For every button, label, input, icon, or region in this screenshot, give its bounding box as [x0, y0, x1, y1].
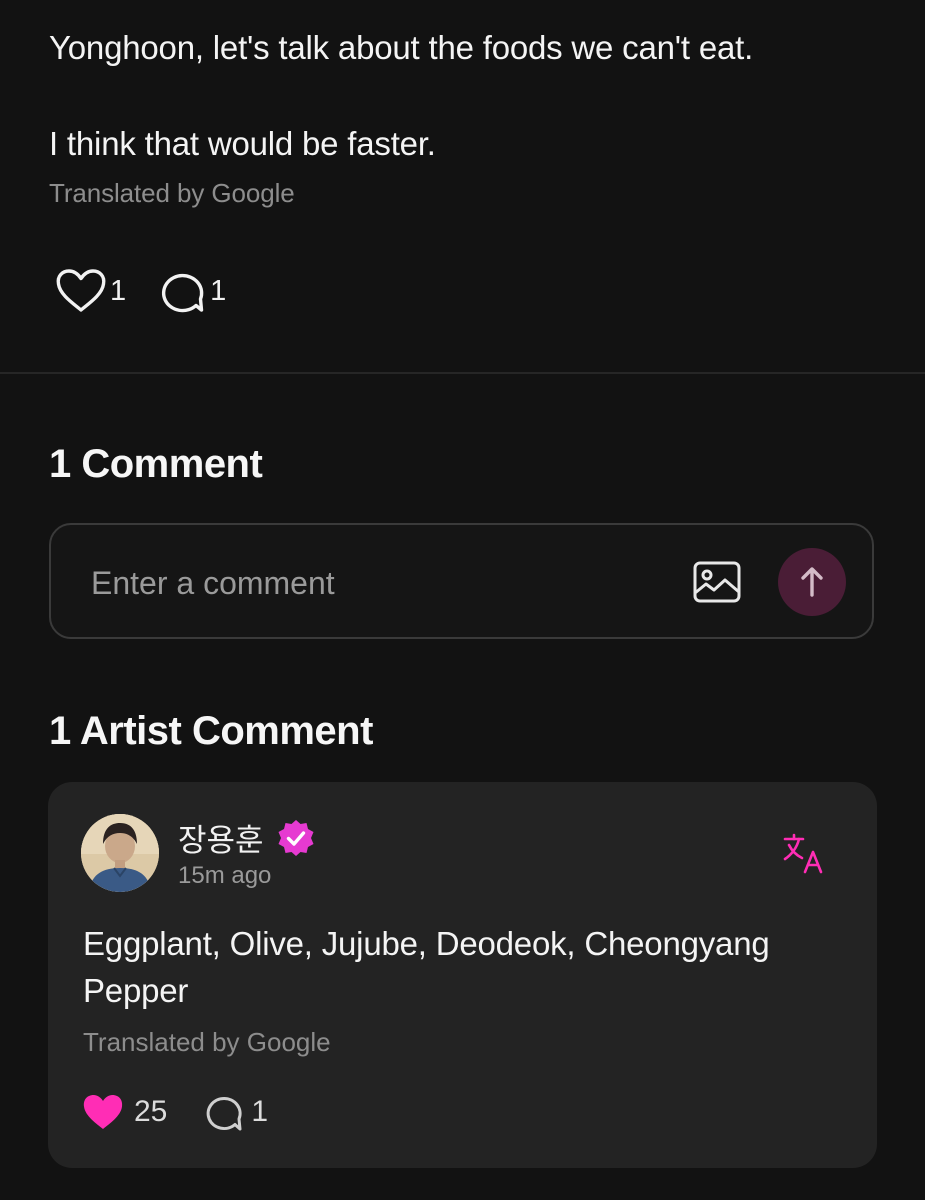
section-divider: [0, 372, 925, 374]
post-translated-by: Translated by Google: [49, 178, 295, 208]
artist-comment-text: Eggplant, Olive, Jujube, Deodeok, Cheong…: [83, 925, 770, 1009]
post-comment-button[interactable]: 1: [158, 268, 226, 314]
comment-composer: [49, 523, 874, 639]
heart-outline-icon: [54, 268, 108, 314]
post-text-line-1: Yonghoon, let's talk about the foods we …: [49, 29, 754, 66]
artist-name[interactable]: 장용훈: [178, 815, 264, 860]
comment-input[interactable]: [89, 555, 653, 611]
artist-comment-card: 장용훈 15m ago Eggplant, Olive, Jujube, Deo…: [48, 782, 877, 1168]
artist-like-button[interactable]: 25: [82, 1093, 167, 1131]
artist-translated-by: Translated by Google: [83, 1027, 331, 1057]
send-comment-button[interactable]: [778, 548, 846, 616]
arrow-up-icon: [778, 548, 846, 616]
artist-reply-count: 1: [251, 1095, 269, 1128]
post-comment-count: 1: [210, 274, 227, 307]
verified-badge-icon: [276, 818, 316, 858]
post-like-count: 1: [110, 274, 127, 307]
comments-heading: 1 Comment: [49, 442, 263, 486]
post-like-button[interactable]: 1: [54, 268, 126, 314]
artist-like-count: 25: [134, 1095, 168, 1128]
post-text-gap: [49, 74, 879, 118]
attach-image-button[interactable]: [692, 557, 742, 607]
image-icon: [692, 557, 742, 607]
post-body: Yonghoon, let's talk about the foods we …: [49, 22, 879, 209]
artist-comment-actions: 25 1: [82, 1088, 268, 1136]
comment-timestamp: 15m ago: [178, 862, 272, 889]
translate-icon: [781, 832, 829, 876]
heart-filled-icon: [82, 1093, 124, 1131]
avatar[interactable]: [81, 814, 159, 892]
post-text-line-2: I think that would be faster.: [49, 125, 436, 162]
post-actions: 1 1: [54, 266, 226, 316]
artist-reply-button[interactable]: 1: [203, 1092, 268, 1132]
translate-button[interactable]: [781, 832, 829, 876]
speech-bubble-icon: [203, 1092, 245, 1132]
speech-bubble-icon: [158, 268, 208, 314]
artist-comments-heading: 1 Artist Comment: [49, 709, 373, 753]
post-detail-page: Yonghoon, let's talk about the foods we …: [0, 0, 925, 1200]
